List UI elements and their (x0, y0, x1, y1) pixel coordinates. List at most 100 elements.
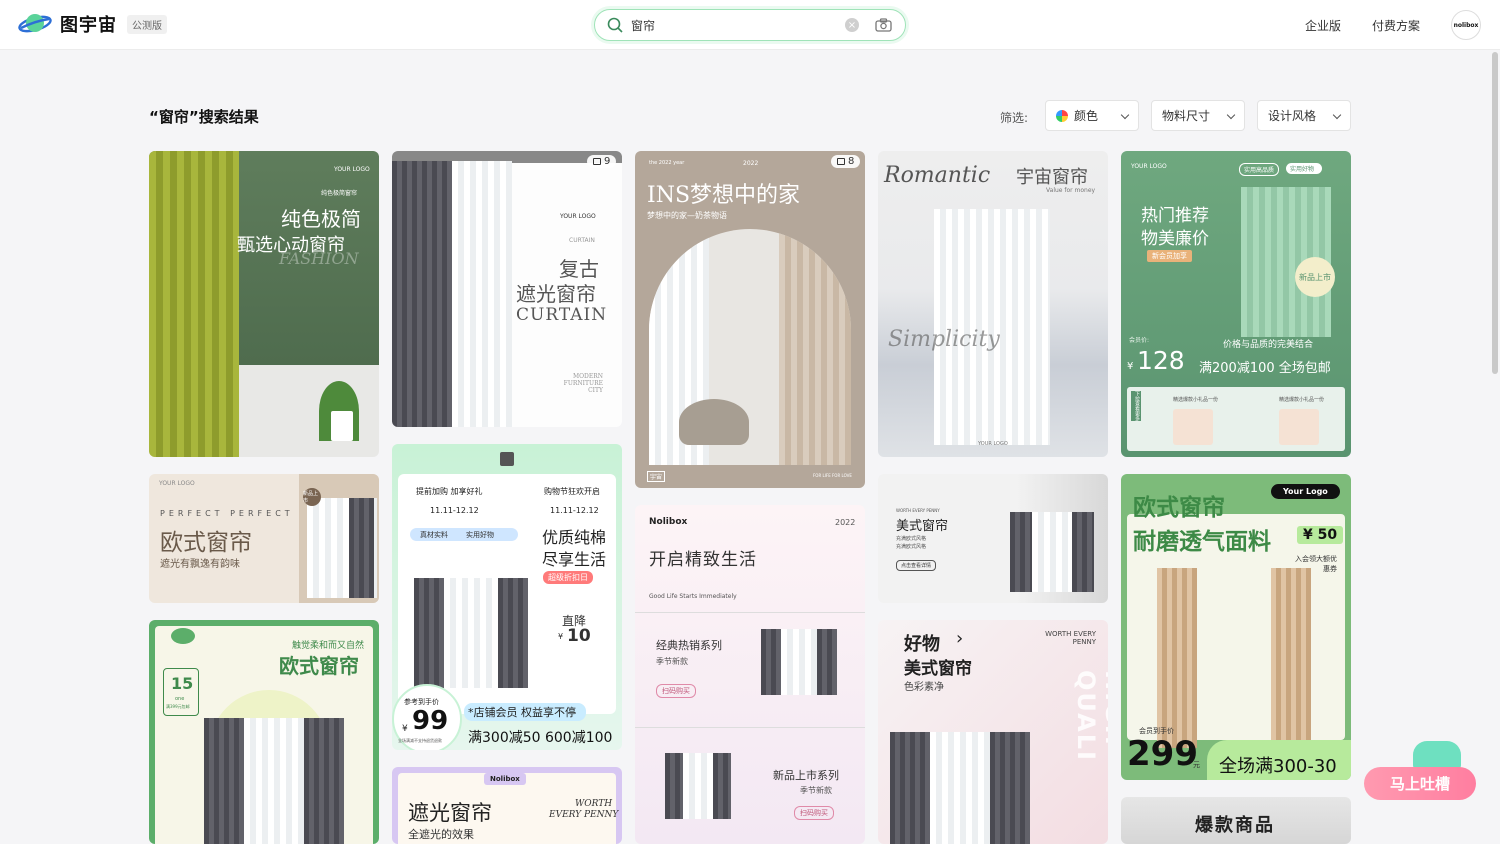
card-script-text: Romantic (884, 163, 991, 188)
clear-icon[interactable]: × (845, 18, 859, 32)
template-card[interactable]: YOUR LOGO 纯色极简窗帘 纯色极简 甄选心动窗帘 FASHION (149, 151, 379, 457)
template-card[interactable]: 8 the 2022 year 2022 INS梦想中的家 梦想中的家—奶茶物语… (635, 151, 865, 488)
card-logo: YOUR LOGO (159, 480, 195, 487)
card-subtitle: 遮光有飘逸有韵味 (160, 559, 240, 570)
camera-icon[interactable] (875, 17, 892, 33)
side-label: 下拉查看更多 (1131, 391, 1141, 421)
curtain-image (1010, 512, 1032, 592)
price-unit: 元 (1193, 761, 1200, 769)
card-logo: YOUR LOGO (978, 441, 1008, 447)
card-subtitle: 梦想中的家—奶茶物语 (647, 211, 727, 220)
curtain-image (713, 753, 731, 819)
detail-button[interactable]: 点击查看详情 (896, 560, 937, 571)
template-card[interactable]: Romantic 宇宙窗帘 Value for money Simplicity… (878, 151, 1108, 457)
filter-color[interactable]: 颜色 (1045, 100, 1139, 131)
card-eng-text: WORTH EVERY PENNY (1045, 630, 1096, 646)
card-small-text: 购物节狂欢开启 (544, 487, 600, 496)
card-logo: Your Logo (1271, 484, 1340, 499)
nav-enterprise[interactable]: 企业版 (1305, 17, 1341, 34)
avatar[interactable]: nolibox (1451, 10, 1481, 40)
page-count: 8 (848, 156, 855, 167)
template-card[interactable]: YOUR LOGO 实用高品质 实用好物 热门推荐 物美廉价 新会员加享 新品上… (1121, 151, 1351, 457)
shop-icon (500, 452, 514, 466)
filter-size-label: 物料尺寸 (1162, 109, 1211, 123)
template-card[interactable]: 提前加购 加享好礼 购物节狂欢开启 11.11-12.12 11.11-12.1… (392, 444, 622, 750)
template-card[interactable]: Your Logo 欧式窗帘 耐磨透气面料 ¥ 50 入会领大额优惠券 会员到手… (1121, 474, 1351, 780)
card-logo: YOUR LOGO (1131, 163, 1167, 170)
price-fine-print: 全场满减不支持退货退款 (398, 738, 442, 743)
card-tag: 宇宙 (647, 471, 666, 482)
curtain-image (244, 718, 304, 844)
card-heading: 欧式窗帘 (279, 654, 359, 678)
member-tag: 新会员加享 (1147, 250, 1192, 262)
card-small-text: 纯色极简窗帘 (321, 190, 358, 197)
feedback-label: 马上吐槽 (1389, 775, 1450, 793)
curtain-image (204, 718, 244, 844)
template-card[interactable]: 触觉柔和而又自然 欧式窗帘 15 one 满399元包邮 (149, 620, 379, 844)
template-card[interactable]: 好物 › 美式窗帘 色彩素净 WORTH EVERY PENNY HIGH QU… (878, 620, 1108, 844)
feedback-button[interactable]: 马上吐槽 (1364, 767, 1476, 800)
card-small-text: 充满欧式风格 (896, 536, 927, 542)
brand-logo[interactable]: 图宇宙 公测版 (18, 11, 167, 37)
page-title: “窗帘”搜索结果 (149, 108, 259, 126)
card-subtitle: 色彩素净 (904, 682, 944, 693)
curtain-image (1072, 512, 1094, 592)
scrollbar[interactable] (1492, 52, 1498, 374)
curtain-image (1157, 568, 1197, 748)
card-tab: 真材实料 (420, 530, 448, 539)
beta-badge: 公测版 (127, 14, 167, 34)
curtain-image (781, 629, 817, 695)
curtain-image (683, 753, 713, 819)
card-heading: 美式窗帘 (896, 519, 949, 534)
template-card[interactable]: 9 YOUR LOGO CURTAIN 复古 遮光窗帘 CURTAIN MODE… (392, 151, 622, 427)
card-heading: 美式窗帘 (904, 659, 972, 679)
card-date: 11.11-12.12 (430, 506, 479, 515)
promo-text: 满300减50 600减100 (468, 730, 613, 746)
search-icon (607, 17, 623, 33)
curtain-image (930, 732, 990, 844)
currency-symbol: ¥ (402, 724, 408, 734)
card-heading: 宇宙窗帘 (1016, 167, 1088, 188)
curtain-image (665, 753, 683, 819)
promo-text: 全场满300-30 (1219, 756, 1337, 777)
gift-image (1173, 409, 1213, 445)
template-card[interactable]: Nolibox 2022 开启精致生活 Good Life Starts Imm… (635, 505, 865, 844)
card-brand: Nolibox (484, 773, 526, 785)
card-heading: 热门推荐 (1141, 206, 1209, 226)
filter-style-label: 设计风格 (1268, 109, 1317, 123)
section-title: 新品上市系列 (773, 769, 839, 782)
card-year: 2022 (743, 160, 759, 167)
section-title: 经典热销系列 (656, 639, 722, 652)
card-heading: 遮光窗帘 (408, 801, 492, 825)
template-card[interactable]: 爆款商品 (1121, 797, 1351, 844)
template-card[interactable]: WORTH EVERY PENNY 美式窗帘 充满欧式风格 充满欧式风格 点击查… (878, 474, 1108, 603)
filter-size[interactable]: 物料尺寸 (1151, 100, 1245, 131)
search-bar[interactable]: × (594, 9, 906, 41)
card-heading: 耐磨透气面料 (1133, 529, 1271, 555)
template-card[interactable]: YOUR LOGO PERFECT PERFECT 欧式窗帘 遮光有飘逸有韵味 … (149, 474, 379, 603)
card-heading: 爆款商品 (1195, 815, 1275, 836)
filter-color-label: 颜色 (1074, 109, 1099, 123)
scan-buy-button[interactable]: 扫码购买 (794, 806, 834, 820)
gift-caption: 精选爆款小礼品一份 (1173, 397, 1219, 403)
section-subtitle: 季节新款 (656, 657, 688, 666)
card-small-text: 提前加购 加享好礼 (416, 487, 483, 496)
pages-icon (593, 158, 601, 165)
card-tab: 实用好物 (466, 530, 494, 539)
card-label: CURTAIN (569, 237, 595, 244)
curtain-image (990, 732, 1030, 844)
card-footnote: FOR LIFE FOR LOVE (813, 473, 852, 478)
top-bar: 图宇宙 公测版 × 企业版 付费方案 nolibox (0, 0, 1500, 50)
curtain-image (761, 629, 781, 695)
template-card[interactable]: Nolibox 遮光窗帘 WORTH EVERY PENNY 全遮光的效果 (392, 767, 622, 844)
filter-style[interactable]: 设计风格 (1257, 100, 1351, 131)
search-input[interactable] (631, 18, 831, 32)
card-heading: 开启精致生活 (649, 550, 757, 570)
curtain-image (817, 629, 837, 695)
arched-photo (649, 229, 851, 465)
nav-pricing[interactable]: 付费方案 (1372, 17, 1420, 34)
date-note: 满399元包邮 (166, 704, 190, 709)
brand-name: 图宇宙 (60, 15, 117, 36)
scan-buy-button[interactable]: 扫码购买 (656, 684, 696, 698)
chevron-down-icon (1226, 110, 1236, 120)
